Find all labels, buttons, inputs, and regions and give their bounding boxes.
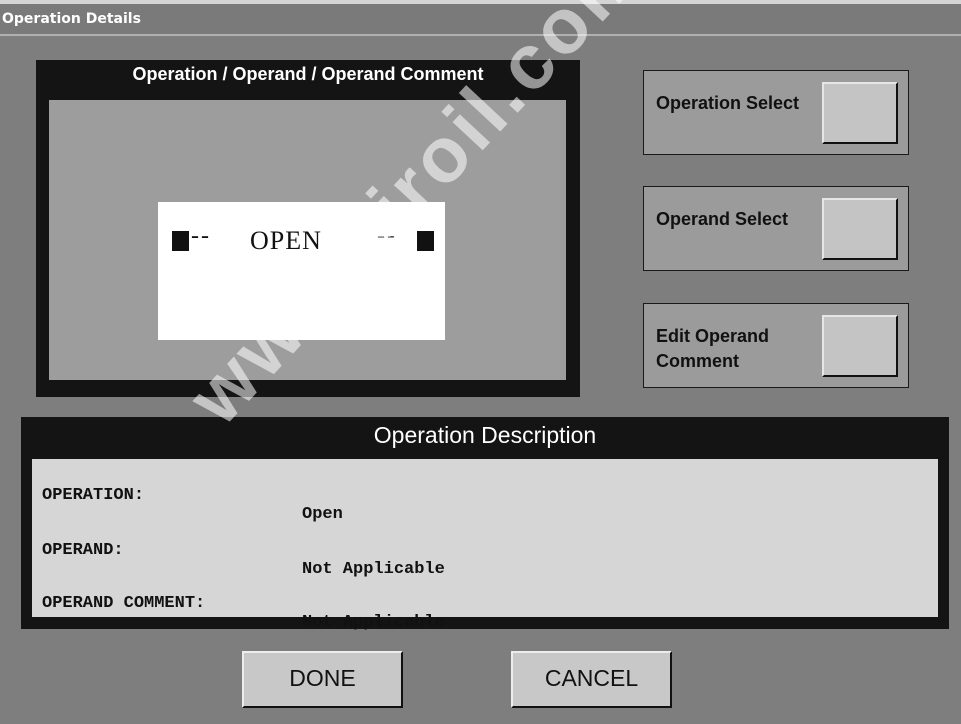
operation-select-button[interactable] [822,82,898,144]
operand-select-button[interactable] [822,198,898,260]
edit-operand-comment-button[interactable] [822,315,898,377]
operand-select-label: Operand Select [656,209,789,229]
description-key: OPERATION: [42,486,145,505]
left-contact-block [172,231,189,251]
operation-panel-header: Operation / Operand / Operand Comment [132,64,484,84]
ladder-operation-label: OPEN [250,226,322,255]
right-rung-line: -- [377,223,397,249]
done-button[interactable]: DONE [242,651,403,708]
description-row-operand-comment: OPERAND COMMENT: Not Applicable [42,575,445,651]
cancel-button[interactable]: CANCEL [511,651,672,708]
description-key: OPERAND COMMENT: [42,594,206,613]
edit-operand-comment-label: Edit Operand Comment [656,326,770,371]
left-rung-line: -- [191,223,211,249]
operation-select-label: Operation Select [656,93,800,113]
window-title: Operation Details [2,11,141,27]
operation-description-body: OPERATION: Open OPERAND: Not Applicable … [32,459,938,632]
title-bar: Operation Details [0,0,961,36]
operand-select-panel: Operand Select [643,186,909,271]
right-contact-block [417,231,434,251]
ladder-display: -- OPEN -- [158,202,445,340]
description-value: Not Applicable [302,560,445,579]
operation-description-panel: Operation Description OPERATION: Open OP… [21,417,949,632]
operation-description-header: Operation Description [373,422,597,448]
edit-operand-comment-panel: Edit Operand Comment [643,303,909,388]
description-key: OPERAND: [42,541,124,560]
operation-panel: Operation / Operand / Operand Comment --… [36,60,580,397]
operation-select-panel: Operation Select [643,70,909,155]
description-value: Open [302,505,343,524]
description-value: Not Applicable [302,613,445,632]
